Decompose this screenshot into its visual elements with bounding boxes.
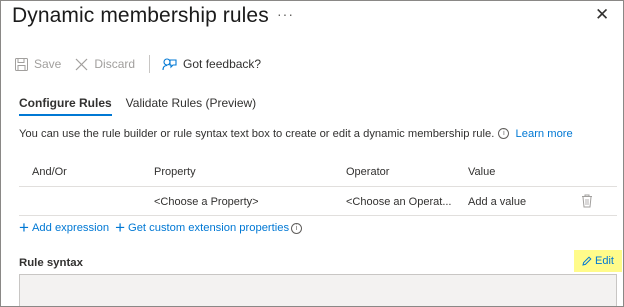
feedback-button[interactable]: Got feedback? (162, 57, 261, 72)
save-button[interactable]: Save (15, 57, 61, 71)
delete-icon[interactable] (581, 194, 593, 208)
info-icon[interactable]: i (291, 222, 303, 234)
save-icon (15, 57, 28, 71)
add-expression-button[interactable]: + Add expression (19, 218, 110, 237)
tab-configure-rules[interactable]: Configure Rules (19, 96, 112, 116)
discard-icon (75, 58, 88, 70)
get-custom-extension-button[interactable]: + Get custom extension properties i (115, 218, 305, 237)
pencil-icon (582, 256, 592, 266)
plus-icon: + (115, 218, 125, 237)
feedback-icon (162, 57, 177, 70)
edit-label: Edit (595, 255, 614, 267)
get-custom-extension-label: Get custom extension properties (128, 222, 290, 234)
column-header-property: Property (154, 166, 196, 178)
column-header-and-or: And/Or (32, 166, 67, 178)
discard-button[interactable]: Discard (75, 57, 135, 71)
operator-select[interactable]: <Choose an Operat... (346, 196, 451, 208)
plus-icon: + (19, 218, 29, 237)
toolbar-divider (149, 55, 151, 73)
command-bar: Save Discard Got feedback? (15, 54, 275, 74)
value-input[interactable]: Add a value (468, 196, 526, 208)
column-header-value: Value (468, 166, 496, 178)
description-text: You can use the rule builder or rule syn… (19, 128, 495, 140)
info-icon[interactable]: i (498, 128, 510, 139)
column-header-operator: Operator (346, 166, 390, 178)
table-header-row: And/Or Property Operator Value (19, 157, 617, 187)
tab-list: Configure Rules Validate Rules (Preview) (19, 96, 270, 116)
table-row: <Choose a Property> <Choose an Operat...… (19, 187, 617, 216)
description: You can use the rule builder or rule syn… (19, 128, 573, 140)
discard-label: Discard (94, 57, 136, 71)
property-select[interactable]: <Choose a Property> (154, 196, 259, 208)
edit-button[interactable]: Edit (574, 250, 622, 272)
expression-actions: + Add expression + Get custom extension … (19, 218, 311, 237)
save-label: Save (34, 57, 62, 71)
panel-title: Dynamic membership rules (12, 4, 269, 27)
dynamic-membership-panel: Dynamic membership rules ··· ✕ Save Disc… (0, 0, 624, 307)
feedback-label: Got feedback? (183, 57, 262, 71)
add-expression-label: Add expression (31, 222, 110, 234)
rule-syntax-textbox[interactable] (19, 274, 617, 306)
rule-syntax-label: Rule syntax (19, 257, 83, 269)
learn-more-link[interactable]: Learn more (516, 128, 573, 140)
more-options-icon[interactable]: ··· (277, 6, 294, 22)
close-icon[interactable]: ✕ (595, 6, 609, 23)
tab-validate-rules[interactable]: Validate Rules (Preview) (126, 96, 257, 116)
rule-builder-table: And/Or Property Operator Value <Choose a… (19, 157, 617, 216)
